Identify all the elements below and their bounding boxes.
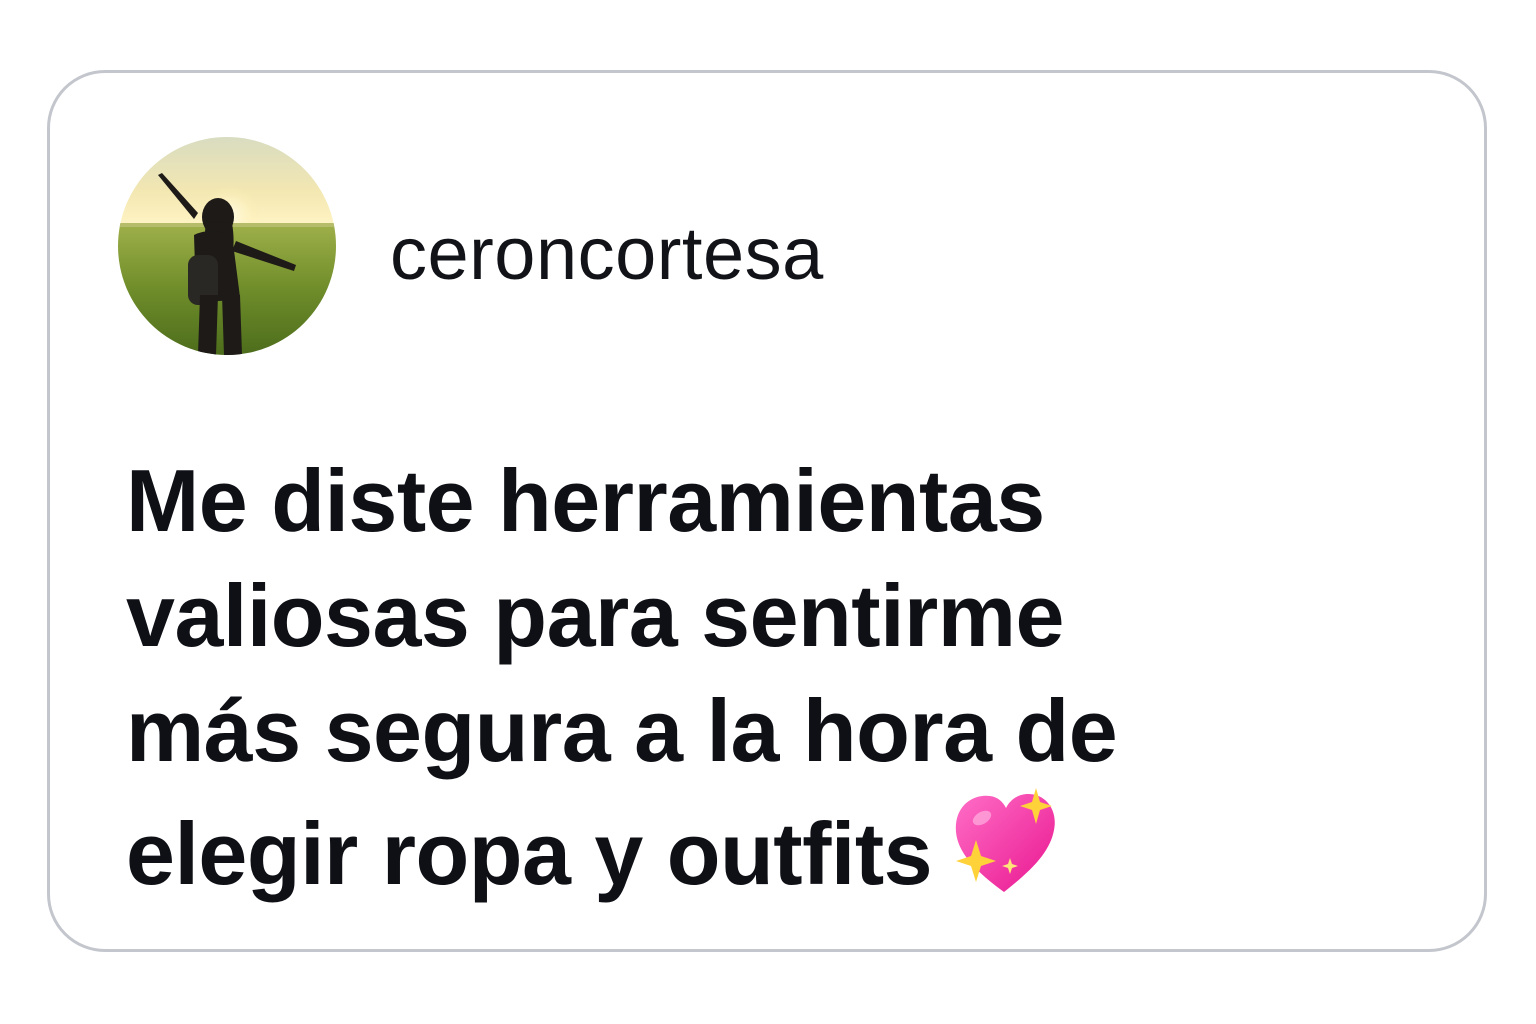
message-line: Me diste herramientas: [126, 451, 1045, 550]
message-line-text: elegir ropa y outfits: [126, 804, 933, 903]
username[interactable]: ceroncortesa: [390, 209, 824, 299]
message-line: valiosas para sentirme: [126, 566, 1064, 665]
sparkling-heart-icon: [948, 788, 1060, 923]
message-line: más segura a la hora de: [126, 681, 1118, 780]
testimonial-card: ceroncortesa Me diste herramientas valio…: [47, 70, 1487, 952]
testimonial-message: Me diste herramientas valiosas para sent…: [126, 443, 1386, 923]
avatar[interactable]: [118, 137, 336, 355]
message-line-last: elegir ropa y outfits: [126, 788, 1386, 923]
avatar-photo: [118, 137, 336, 355]
